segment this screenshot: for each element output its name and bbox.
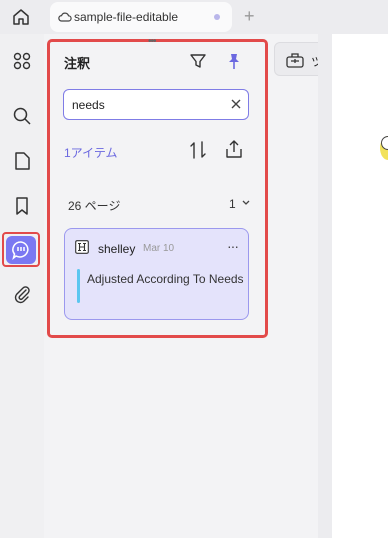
export-icon: [226, 140, 242, 158]
pin-icon: [229, 54, 239, 69]
document-comment-marker[interactable]: [381, 136, 388, 150]
export-button[interactable]: [223, 138, 245, 160]
annotation-search-box: [63, 89, 249, 120]
panel-title: 注釈: [64, 56, 91, 71]
document-page[interactable]: [332, 34, 388, 538]
top-bar: sample-file-editable +: [0, 0, 388, 34]
chevron-down-icon[interactable]: [241, 199, 251, 207]
filter-icon: [190, 54, 206, 68]
sort-button[interactable]: [188, 139, 208, 161]
annotation-search-input[interactable]: [72, 96, 222, 114]
tab-title: sample-file-editable: [74, 10, 179, 24]
page-group-label: 26 ページ: [68, 199, 121, 213]
attachment-button[interactable]: [8, 280, 36, 308]
annotation-date: Mar 10: [143, 243, 175, 254]
document-tab[interactable]: sample-file-editable: [50, 2, 232, 32]
document-gutter: [318, 34, 332, 538]
sort-icon: [190, 141, 206, 159]
home-icon: [13, 9, 29, 25]
home-button[interactable]: [10, 6, 32, 28]
comment-button[interactable]: [6, 236, 36, 264]
bookmark-icon: [16, 197, 28, 215]
clear-search-button[interactable]: [228, 96, 244, 112]
page-group-count: 1: [229, 197, 236, 211]
thumbnails-icon: [13, 52, 31, 70]
more-options-button[interactable]: ···: [227, 238, 239, 254]
filter-button[interactable]: [188, 51, 208, 71]
toolbox-icon: [286, 53, 304, 68]
search-icon: [13, 107, 31, 125]
annotation-color-bar: [77, 269, 80, 303]
panel-drag-handle[interactable]: •••: [148, 36, 156, 47]
pages-icon: [15, 152, 30, 170]
attachment-icon: [14, 286, 30, 304]
highlight-annotation-icon: [75, 240, 89, 254]
new-tab-button[interactable]: +: [244, 7, 255, 25]
pin-button[interactable]: [224, 51, 244, 71]
search-button[interactable]: [8, 102, 36, 130]
cloud-icon: [58, 12, 72, 22]
comment-icon: [12, 241, 29, 260]
unsaved-dot: [214, 14, 220, 20]
result-count: 1アイテム: [64, 146, 118, 160]
annotation-text: Adjusted According To Needs: [87, 272, 244, 286]
close-icon: [231, 99, 241, 109]
annotation-author: shelley: [98, 242, 136, 256]
thumbnails-button[interactable]: [8, 47, 36, 75]
pages-button[interactable]: [8, 147, 36, 175]
annotation-card[interactable]: shelley Mar 10 ··· Adjusted According To…: [64, 228, 249, 320]
bookmark-button[interactable]: [8, 192, 36, 220]
